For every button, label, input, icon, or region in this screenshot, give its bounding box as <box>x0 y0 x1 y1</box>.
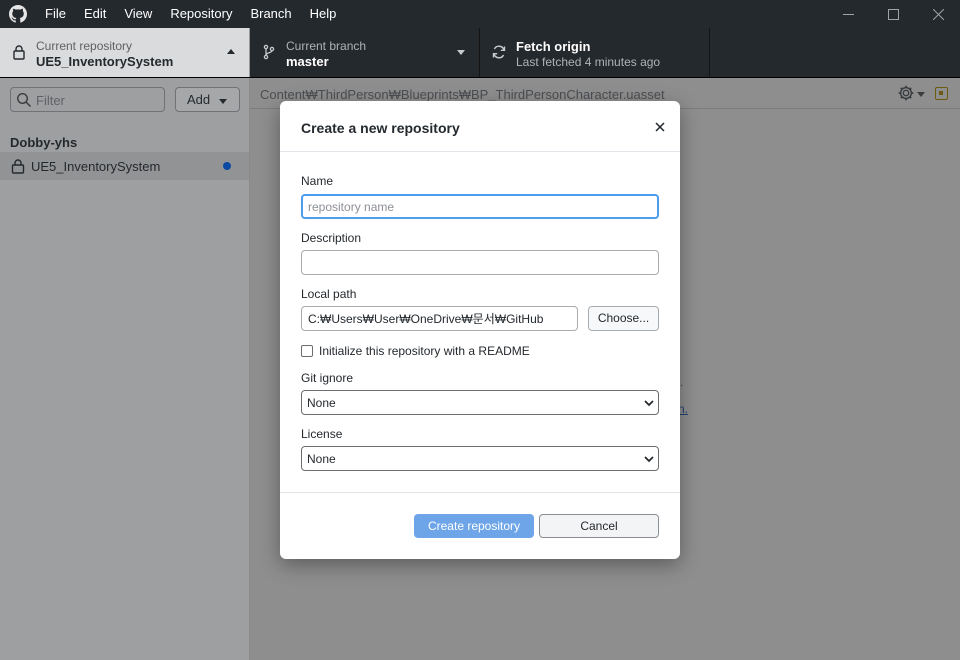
repository-list-item[interactable]: UE5_InventorySystem <box>0 152 249 180</box>
create-repository-button[interactable]: Create repository <box>414 514 534 538</box>
current-repository-name: UE5_InventorySystem <box>36 54 174 69</box>
caret-down-icon <box>219 99 227 104</box>
fetch-origin-label: Fetch origin <box>516 39 591 54</box>
current-repository-dropdown[interactable]: Current repository UE5_InventorySystem <box>0 28 250 77</box>
current-branch-dropdown[interactable]: Current branch master <box>250 28 480 77</box>
add-repository-button[interactable]: Add <box>175 87 240 112</box>
filter-input[interactable]: Filter <box>10 87 165 112</box>
menu-view[interactable]: View <box>115 0 161 28</box>
maximize-icon <box>887 8 899 20</box>
background-text-fragment: . <box>680 375 684 389</box>
current-branch-label: Current branch <box>286 39 367 53</box>
current-branch-name: master <box>286 54 329 69</box>
repository-name: UE5_InventorySystem <box>31 159 161 174</box>
description-label: Description <box>301 231 362 245</box>
git-ignore-value: None <box>307 396 336 410</box>
readme-checkbox[interactable] <box>301 345 313 357</box>
add-label: Add <box>187 92 211 107</box>
menu-edit[interactable]: Edit <box>75 0 115 28</box>
menu-help[interactable]: Help <box>301 0 346 28</box>
git-ignore-select[interactable]: None <box>301 390 659 415</box>
dialog-header: Create a new repository <box>280 101 680 152</box>
menu-file[interactable]: File <box>36 0 75 28</box>
github-logo-icon <box>0 0 36 28</box>
changes-indicator-dot <box>223 162 231 170</box>
caret-down-icon <box>917 92 925 97</box>
lock-icon <box>13 45 25 60</box>
local-path-input[interactable] <box>301 306 578 331</box>
window-close-icon <box>932 8 944 20</box>
repository-owner-heading: Dobby-yhs <box>10 135 78 150</box>
caret-down-icon <box>457 50 465 55</box>
license-label: License <box>301 427 343 441</box>
minimize-button[interactable] <box>825 0 871 28</box>
search-icon <box>16 92 32 108</box>
chevron-down-icon <box>644 400 654 407</box>
close-icon[interactable] <box>652 119 668 135</box>
readme-option: Initialize this repository with a README <box>301 344 530 358</box>
license-select[interactable]: None <box>301 446 659 471</box>
readme-checkbox-label[interactable]: Initialize this repository with a README <box>319 344 530 358</box>
create-repository-dialog: Create a new repository Name Description… <box>280 101 680 559</box>
minimize-icon <box>842 13 854 15</box>
name-input[interactable] <box>301 194 659 219</box>
file-path: Content₩ThirdPerson₩Blueprints₩BP_ThirdP… <box>260 87 665 102</box>
description-input[interactable] <box>301 250 659 275</box>
license-value: None <box>307 452 336 466</box>
fetch-origin-button[interactable]: Fetch origin Last fetched 4 minutes ago <box>480 28 710 77</box>
title-bar: File Edit View Repository Branch Help <box>0 0 960 28</box>
lock-icon <box>11 159 25 174</box>
git-ignore-label: Git ignore <box>301 371 354 385</box>
choose-path-button[interactable]: Choose... <box>588 306 659 331</box>
sync-icon <box>492 45 506 59</box>
dialog-title: Create a new repository <box>301 120 460 136</box>
window-close-button[interactable] <box>915 0 960 28</box>
menu-repository[interactable]: Repository <box>161 0 241 28</box>
menu-branch[interactable]: Branch <box>241 0 300 28</box>
current-repository-label: Current repository <box>36 39 133 53</box>
local-path-label: Local path <box>301 287 357 301</box>
diff-options-icon[interactable] <box>935 87 948 100</box>
repository-sidebar: Filter Add Dobby-yhs UE5_InventorySystem <box>0 78 250 660</box>
caret-up-icon <box>227 49 235 54</box>
gear-icon[interactable] <box>897 84 915 102</box>
filter-placeholder: Filter <box>36 93 65 108</box>
git-branch-icon <box>263 44 275 60</box>
dialog-footer: Create repository Cancel <box>280 492 680 559</box>
menu-bar: File Edit View Repository Branch Help <box>36 0 345 28</box>
cancel-button[interactable]: Cancel <box>539 514 659 538</box>
chevron-down-icon <box>644 456 654 463</box>
last-fetched-text: Last fetched 4 minutes ago <box>516 55 661 69</box>
toolbar: Current repository UE5_InventorySystem C… <box>0 28 960 78</box>
maximize-button[interactable] <box>870 0 916 28</box>
name-label: Name <box>301 174 334 188</box>
